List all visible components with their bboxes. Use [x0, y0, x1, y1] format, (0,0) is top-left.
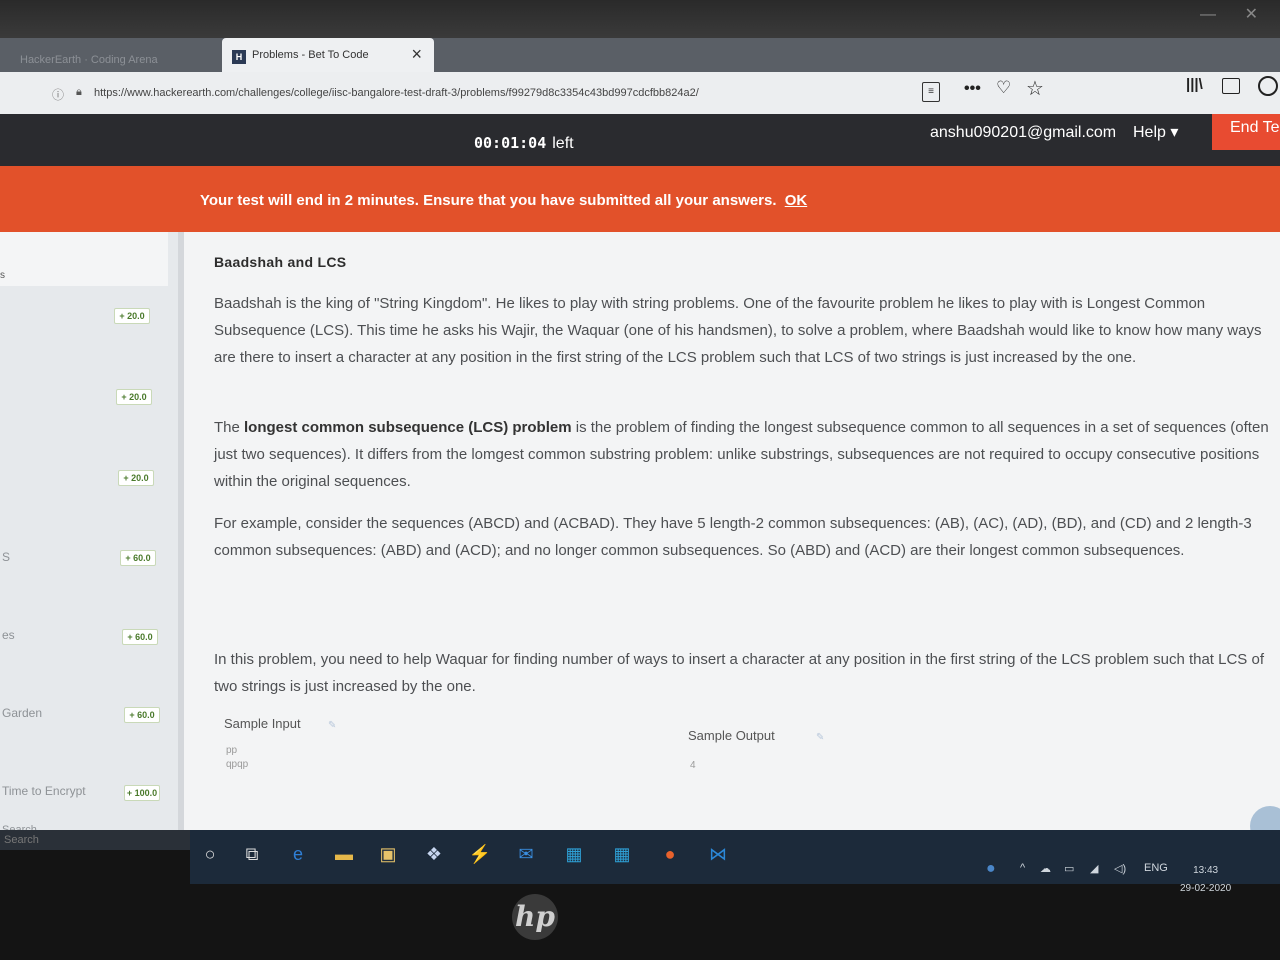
lcs-term: longest common subsequence (LCS) problem: [244, 419, 572, 436]
banner-text: Your test will end in 2 minutes. Ensure …: [200, 192, 777, 209]
file-explorer-icon[interactable]: ▬: [332, 842, 356, 866]
warning-banner: Your test will end in 2 minutes. Ensure …: [0, 166, 1280, 232]
mail-icon[interactable]: ✉: [514, 842, 538, 866]
windows-taskbar: ○ ⧉ e ▬ ▣ ❖ ⚡ ✉ ▦ ▦ ● ⋈ ● ^ ☁ ▭ ◢ ◁) ENG…: [190, 830, 1280, 894]
taskbar-search[interactable]: Search: [0, 830, 194, 850]
sidebar-item-label[interactable]: S: [2, 550, 10, 564]
timer-value: 00:01:04: [474, 134, 547, 152]
volume-icon[interactable]: ◁): [1114, 862, 1126, 875]
sidebar-header-label: s: [0, 270, 5, 281]
banner-message: Your test will end in 2 minutes. Ensure …: [200, 192, 807, 209]
minimize-icon[interactable]: —: [1200, 6, 1216, 24]
problem-panel: Baadshah and LCS Baadshah is the king of…: [178, 232, 1280, 840]
copy-icon[interactable]: ✎: [816, 732, 824, 743]
sample-output-value: 4: [690, 760, 696, 771]
window-close-icon[interactable]: ✕: [1245, 4, 1258, 24]
reader-icon[interactable]: ≡: [922, 82, 940, 102]
photos-icon[interactable]: ▦: [610, 842, 634, 866]
tray-app-icon[interactable]: ●: [986, 860, 996, 878]
screen-bezel: — ✕: [0, 0, 1280, 42]
url-bar[interactable]: https://www.hackerearth.com/challenges/c…: [94, 87, 699, 99]
account-icon[interactable]: [1258, 76, 1278, 96]
more-icon[interactable]: •••: [964, 80, 981, 98]
language-indicator[interactable]: ENG: [1144, 862, 1168, 874]
hp-logo: hp: [512, 894, 558, 940]
problem-score: + 20.0: [118, 470, 154, 486]
countdown: 00:01:04 left: [474, 134, 574, 153]
user-email[interactable]: anshu090201@gmail.com: [930, 124, 1116, 142]
problem-score: + 60.0: [120, 550, 156, 566]
problem-score: + 20.0: [114, 308, 150, 324]
onedrive-icon[interactable]: ☁: [1040, 862, 1051, 875]
library-icon[interactable]: |||\: [1186, 76, 1203, 93]
example-paragraph: For example, consider the sequences (ABC…: [214, 515, 1252, 559]
sidebar-header: s: [0, 232, 168, 286]
lcs-definition: The longest common subsequence (LCS) pro…: [214, 414, 1274, 495]
problem-score: + 60.0: [124, 707, 160, 723]
clock[interactable]: 13:43 29-02-2020: [1180, 862, 1231, 898]
problem-score: + 60.0: [122, 629, 158, 645]
timer-suffix: left: [552, 135, 574, 152]
tab-title: Problems - Bet To Code: [252, 49, 369, 61]
sample-output-label: Sample Output: [688, 728, 775, 743]
wifi-icon[interactable]: ◢: [1090, 862, 1098, 875]
problem-title: Baadshah and LCS: [214, 254, 347, 270]
problem-paragraph: Baadshah is the king of "String Kingdom"…: [214, 295, 1262, 366]
firefox-icon[interactable]: ●: [658, 842, 682, 866]
star-icon[interactable]: ☆: [1026, 76, 1044, 101]
tab-active[interactable]: H Problems - Bet To Code ×: [222, 38, 434, 72]
vscode-icon[interactable]: ⋈: [706, 842, 730, 866]
clock-date: 29-02-2020: [1180, 883, 1232, 894]
hackerearth-favicon-icon: H: [232, 50, 246, 64]
copy-icon[interactable]: ✎: [328, 720, 336, 731]
problem-sidebar: s + 20.0 + 20.0 + 20.0 S + 60.0 es + 60.…: [0, 232, 178, 840]
problem-score: + 20.0: [116, 389, 152, 405]
end-test-button[interactable]: End Te: [1212, 114, 1280, 150]
dropbox-icon[interactable]: ❖: [422, 842, 446, 866]
sidebar-item-label[interactable]: Time to Encrypt: [2, 784, 86, 798]
sample-input-value: pp qpqp: [226, 745, 249, 770]
tab-close-icon[interactable]: ×: [411, 44, 422, 65]
lock-icon[interactable]: 🔒︎: [76, 86, 82, 99]
tray-chevron-icon[interactable]: ^: [1020, 862, 1025, 874]
store-icon[interactable]: ▣: [376, 842, 400, 866]
tab-inactive[interactable]: HackerEarth · Coding Arena: [20, 54, 158, 66]
cortana-icon[interactable]: ○: [198, 842, 222, 866]
info-icon[interactable]: ⓘ: [52, 86, 64, 103]
edge-icon[interactable]: e: [286, 842, 310, 866]
task-view-icon[interactable]: ⧉: [240, 842, 264, 866]
app-icon[interactable]: ▦: [562, 842, 586, 866]
lcs-prefix: The: [214, 419, 245, 436]
banner-ok-link[interactable]: OK: [785, 192, 808, 209]
vs-icon[interactable]: ⚡: [468, 842, 492, 866]
browser-navbar: ⓘ 🔒︎ https://www.hackerearth.com/challen…: [0, 72, 1280, 115]
sidebar-item-label[interactable]: es: [2, 628, 15, 642]
problem-score: + 100.0: [124, 785, 160, 801]
sample-input-label: Sample Input: [224, 716, 301, 731]
sidebar-icon[interactable]: [1222, 78, 1240, 94]
battery-icon[interactable]: ▭: [1064, 862, 1074, 875]
task-paragraph: In this problem, you need to help Waquar…: [214, 651, 1264, 695]
sidebar-item-label[interactable]: Garden: [2, 706, 42, 720]
pocket-icon[interactable]: ♡: [996, 78, 1011, 98]
clock-time: 13:43: [1193, 865, 1219, 876]
help-menu[interactable]: Help ▾: [1133, 122, 1178, 142]
